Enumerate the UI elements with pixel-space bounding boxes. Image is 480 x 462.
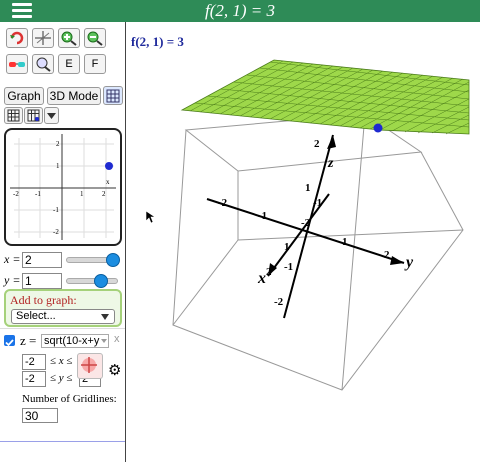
select-value: Select... xyxy=(16,310,56,322)
cursor-icon xyxy=(145,210,156,224)
function-panel: z = sqrt(10-x+y x -2 ≤ x ≤ -2 ≤ y ≤ 2 ⚙ … xyxy=(0,328,125,442)
chevron-down-icon xyxy=(101,339,107,343)
mini-y-tick: 1 xyxy=(56,162,60,170)
y-axis-arrow xyxy=(390,256,404,265)
grid-point-icon[interactable] xyxy=(24,107,43,124)
function-input[interactable]: sqrt(10-x+y xyxy=(41,334,109,348)
y-axis-label: y xyxy=(404,254,414,271)
z-tick-neg2: -2 xyxy=(274,296,284,308)
mini-x-tick: -2 xyxy=(13,190,19,198)
mini-x-tick: 1 xyxy=(80,190,84,198)
gear-icon[interactable]: ⚙ xyxy=(108,361,121,380)
grid-icon[interactable] xyxy=(4,107,23,124)
gridlines-label: Number of Gridlines: xyxy=(22,393,117,405)
3d-graph-canvas[interactable]: z y x 2 1 -1 -2 -2 -2 -1 1 2 1 -1 2 xyxy=(126,22,480,462)
x-label: x = xyxy=(4,252,21,266)
add-to-graph-panel: Add to graph: Select... xyxy=(4,289,122,327)
y-min-input[interactable]: -2 xyxy=(22,371,46,387)
refresh-icon[interactable] xyxy=(6,28,28,48)
chevron-down-icon xyxy=(101,314,109,320)
x-tick-1: 1 xyxy=(284,241,290,253)
z-axis-label: z xyxy=(327,156,334,171)
sidebar: E F Graph 3D Mode x 1 2 -1 -2 2 1 -1 -2 … xyxy=(0,22,126,462)
e-button[interactable]: E xyxy=(58,54,80,74)
gridlines-input[interactable]: 30 xyxy=(22,408,58,423)
x-axis-label: x xyxy=(257,270,266,287)
mini-graph[interactable]: x 1 2 -1 -2 2 1 -1 -2 xyxy=(4,128,122,246)
y-label: y = xyxy=(4,273,21,287)
zoom-out-icon[interactable] xyxy=(84,28,106,48)
z-tick-1: 1 xyxy=(305,182,311,194)
zoom-in-icon[interactable] xyxy=(58,28,80,48)
x-input[interactable]: 2 xyxy=(22,252,62,268)
y-slider-thumb[interactable] xyxy=(94,274,108,288)
x-slider-thumb[interactable] xyxy=(106,253,120,267)
remove-function-button[interactable]: x xyxy=(114,333,120,345)
mini-x-axis-label: x xyxy=(106,178,110,186)
surface-point[interactable] xyxy=(373,123,383,133)
y-range-label: ≤ y ≤ xyxy=(50,372,73,384)
y-input[interactable]: 1 xyxy=(22,273,62,289)
mini-x-tick: -1 xyxy=(35,190,41,198)
x-min-input[interactable]: -2 xyxy=(22,354,46,370)
graph-button[interactable]: Graph xyxy=(4,87,44,105)
axes-view-icon[interactable] xyxy=(32,28,54,48)
page-title: f(2, 1) = 3 xyxy=(204,1,276,20)
z-tick-neg1: -1 xyxy=(313,197,322,209)
surface[interactable] xyxy=(180,59,470,135)
mini-y-tick: 2 xyxy=(56,140,60,148)
glasses-3d-icon[interactable] xyxy=(6,54,28,74)
x-range-label: ≤ x ≤ xyxy=(50,355,73,367)
mini-point[interactable] xyxy=(105,162,113,170)
top-bar: f(2, 1) = 3 xyxy=(0,0,480,22)
x-tick-2: 2 xyxy=(266,266,272,278)
function-expression: sqrt(10-x+y xyxy=(44,335,100,347)
y-tick-1: 1 xyxy=(342,236,348,248)
mini-x-tick: 2 xyxy=(102,190,106,198)
x-tick-neg2: -2 xyxy=(301,217,311,229)
x-tick-neg1: -1 xyxy=(284,261,293,273)
mini-graph-canvas: x 1 2 -1 -2 2 1 -1 -2 xyxy=(10,134,116,240)
domain-picker-icon[interactable] xyxy=(77,353,103,379)
chevron-down-icon[interactable] xyxy=(44,107,59,124)
y-tick-2: 2 xyxy=(384,249,390,261)
z-label: z = xyxy=(20,333,37,348)
f-button[interactable]: F xyxy=(84,54,106,74)
y-tick-neg1: -1 xyxy=(258,210,267,222)
magnifier-icon[interactable] xyxy=(32,54,54,74)
y-slider[interactable] xyxy=(66,278,118,284)
add-to-graph-label: Add to graph: xyxy=(10,293,77,307)
y-tick-neg2: -2 xyxy=(218,197,228,209)
mini-y-tick: -1 xyxy=(53,206,59,214)
3d-mode-button[interactable]: 3D Mode xyxy=(47,87,101,105)
mini-y-tick: -2 xyxy=(53,228,59,236)
bounding-box xyxy=(172,113,464,391)
function-checkbox[interactable] xyxy=(4,335,15,347)
add-to-graph-select[interactable]: Select... xyxy=(11,309,115,324)
grid-toggle-icon[interactable] xyxy=(103,86,123,105)
z-tick-2: 2 xyxy=(314,138,320,150)
